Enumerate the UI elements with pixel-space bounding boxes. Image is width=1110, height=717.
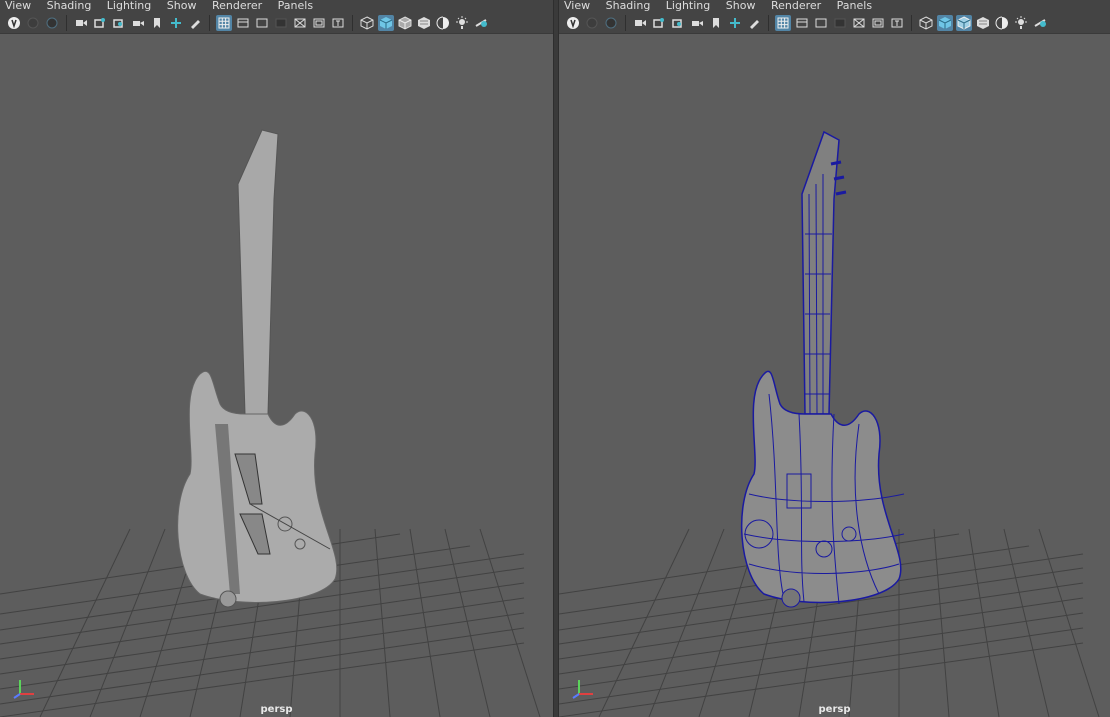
camera-attributes-icon[interactable] (25, 15, 41, 31)
pencil-icon[interactable] (187, 15, 203, 31)
safe-title-icon[interactable] (889, 15, 905, 31)
toolbar-separator (352, 14, 353, 31)
smooth-shade-icon[interactable] (937, 14, 953, 31)
ambient-occlusion-icon[interactable] (473, 15, 489, 31)
toolbar-separator (768, 14, 769, 31)
image-plane-icon[interactable] (651, 15, 667, 31)
axis-indicator (13, 680, 34, 699)
select-camera-icon[interactable] (565, 15, 581, 31)
smooth-shade-icon[interactable] (378, 14, 394, 31)
menu-view[interactable]: View (564, 0, 590, 12)
image-plane-icon[interactable] (92, 15, 108, 31)
menu-renderer[interactable]: Renderer (212, 0, 262, 12)
pencil-icon[interactable] (746, 15, 762, 31)
toolbar-separator (911, 14, 912, 31)
panel-menubar: View Shading Lighting Show Renderer Pane… (0, 0, 553, 12)
safe-action-icon[interactable] (311, 15, 327, 31)
bookmark-icon[interactable] (603, 15, 619, 31)
pan-zoom-icon[interactable] (168, 15, 184, 31)
wireframe-icon[interactable] (918, 15, 934, 31)
textured-icon[interactable] (416, 15, 432, 31)
panel-menubar: View Shading Lighting Show Renderer Pane… (559, 0, 1110, 12)
bookmark-icon[interactable] (44, 15, 60, 31)
pan-zoom-icon[interactable] (727, 15, 743, 31)
select-camera-icon[interactable] (6, 15, 22, 31)
film-gate-icon[interactable] (235, 15, 251, 31)
grease-pencil-icon[interactable] (130, 15, 146, 31)
panel-toolbar (0, 12, 553, 34)
camera-tools-icon[interactable] (632, 15, 648, 31)
menu-renderer[interactable]: Renderer (771, 0, 821, 12)
grid-icon[interactable] (216, 14, 232, 31)
grease-pencil-icon[interactable] (689, 15, 705, 31)
guitar-model-wireframe (740, 130, 905, 608)
scene-view-wireframe[interactable] (559, 34, 1110, 717)
bookmark-flag-icon[interactable] (149, 15, 165, 31)
menu-lighting[interactable]: Lighting (666, 0, 710, 12)
resolution-gate-icon[interactable] (254, 15, 270, 31)
two-d-pan-icon[interactable] (670, 15, 686, 31)
camera-name-label: persp (260, 704, 293, 715)
grid-icon[interactable] (775, 14, 791, 31)
camera-name-label: persp (818, 704, 851, 715)
axis-indicator (572, 680, 593, 699)
menu-shading[interactable]: Shading (47, 0, 92, 12)
menu-panels[interactable]: Panels (278, 0, 313, 12)
use-lights-icon[interactable] (435, 15, 451, 31)
shadows-icon[interactable] (454, 15, 470, 31)
shadows-icon[interactable] (1013, 15, 1029, 31)
field-chart-icon[interactable] (851, 15, 867, 31)
toolbar-separator (625, 14, 626, 31)
toolbar-separator (209, 14, 210, 31)
menu-panels[interactable]: Panels (837, 0, 872, 12)
scene-view-shaded[interactable] (0, 34, 553, 717)
viewport-left[interactable]: View Shading Lighting Show Renderer Pane… (0, 0, 553, 717)
gate-mask-icon[interactable] (273, 15, 289, 31)
gate-mask-icon[interactable] (832, 15, 848, 31)
ambient-occlusion-icon[interactable] (1032, 15, 1048, 31)
use-lights-icon[interactable] (994, 15, 1010, 31)
textured-icon[interactable] (975, 15, 991, 31)
field-chart-icon[interactable] (292, 15, 308, 31)
wireframe-on-shaded-icon[interactable] (397, 15, 413, 31)
panel-toolbar (559, 12, 1110, 34)
wireframe-icon[interactable] (359, 15, 375, 31)
viewport-right[interactable]: View Shading Lighting Show Renderer Pane… (559, 0, 1110, 717)
two-d-pan-icon[interactable] (111, 15, 127, 31)
bookmark-flag-icon[interactable] (708, 15, 724, 31)
film-gate-icon[interactable] (794, 15, 810, 31)
safe-title-icon[interactable] (330, 15, 346, 31)
guitar-model-shaded (177, 129, 338, 608)
resolution-gate-icon[interactable] (813, 15, 829, 31)
camera-tools-icon[interactable] (73, 15, 89, 31)
menu-lighting[interactable]: Lighting (107, 0, 151, 12)
menu-shading[interactable]: Shading (606, 0, 651, 12)
wireframe-on-shaded-icon[interactable] (956, 14, 972, 31)
safe-action-icon[interactable] (870, 15, 886, 31)
camera-attributes-icon[interactable] (584, 15, 600, 31)
menu-show[interactable]: Show (726, 0, 756, 12)
menu-show[interactable]: Show (167, 0, 197, 12)
toolbar-separator (66, 14, 67, 31)
menu-view[interactable]: View (5, 0, 31, 12)
